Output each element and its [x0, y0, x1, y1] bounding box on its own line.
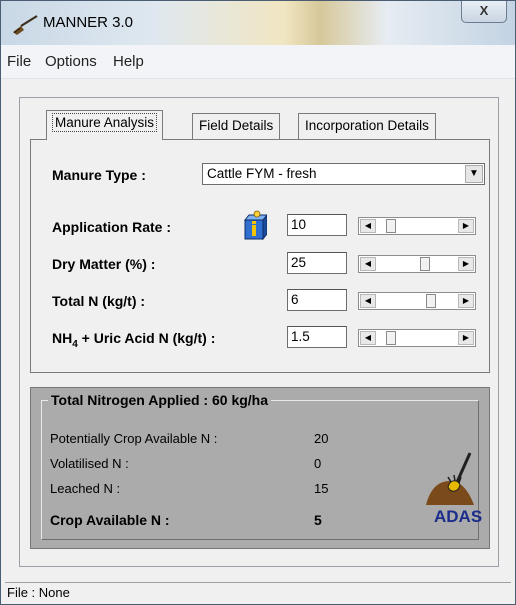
result-label: Leached N : [50, 481, 121, 496]
arrow-right-icon[interactable]: ▶ [458, 331, 474, 345]
tab-incorporation-details[interactable]: Incorporation Details [298, 113, 436, 139]
main-panel: Manure Analysis Field Details Incorporat… [19, 97, 499, 567]
results-panel: Total Nitrogen Applied : 60 kg/ha Potent… [30, 387, 490, 549]
dry-matter-input[interactable]: 25 [287, 252, 347, 274]
arrow-left-icon[interactable]: ◀ [360, 331, 376, 345]
manure-analysis-panel: Manure Type : Cattle FYM - fresh ▼ Appli… [30, 139, 490, 373]
spade-icon [13, 15, 38, 35]
result-value: 15 [314, 481, 329, 496]
total-n-label: Total N (kg/t) : [52, 293, 146, 309]
arrow-right-icon[interactable]: ▶ [458, 219, 474, 233]
info-icon[interactable] [241, 210, 267, 240]
manure-type-label: Manure Type : [52, 167, 146, 183]
slider-thumb[interactable] [386, 219, 396, 233]
chevron-down-icon[interactable]: ▼ [465, 165, 483, 183]
status-bar: File : None [5, 582, 511, 604]
arrow-left-icon[interactable]: ◀ [360, 294, 376, 308]
menu-file[interactable]: File [7, 53, 31, 70]
slider-thumb[interactable] [386, 331, 396, 345]
total-n-slider[interactable]: ◀ ▶ [358, 292, 476, 310]
nh4-label-main: NH [52, 330, 73, 346]
slider-thumb[interactable] [426, 294, 436, 308]
menu-help[interactable]: Help [113, 53, 144, 70]
application-rate-slider[interactable]: ◀ ▶ [358, 217, 476, 235]
adas-logo-icon [426, 452, 474, 505]
arrow-right-icon[interactable]: ▶ [458, 257, 474, 271]
result-label: Volatilised N : [50, 456, 129, 471]
crop-available-label: Crop Available N : [50, 512, 170, 528]
total-nitrogen-heading: Total Nitrogen Applied : 60 kg/ha [48, 392, 272, 408]
result-value: 0 [314, 456, 322, 471]
nh4-uric-acid-slider[interactable]: ◀ ▶ [358, 329, 476, 347]
result-value: 20 [314, 431, 329, 446]
close-button[interactable]: X [461, 1, 507, 23]
total-n-input[interactable]: 6 [287, 289, 347, 311]
manure-type-value: Cattle FYM - fresh [207, 166, 317, 181]
nh4-uric-acid-label: NH4 + Uric Acid N (kg/t) : [52, 330, 215, 350]
title-bar: MANNER 3.0 X [1, 1, 515, 45]
application-rate-label: Application Rate : [52, 219, 172, 235]
dry-matter-slider[interactable]: ◀ ▶ [358, 255, 476, 273]
tab-field-details[interactable]: Field Details [192, 113, 281, 139]
crop-available-value: 5 [314, 512, 322, 528]
manure-type-select[interactable]: Cattle FYM - fresh ▼ [202, 163, 485, 185]
app-window: MANNER 3.0 X File Options Help Manure An… [0, 0, 516, 605]
nh4-label-rest: + Uric Acid N (kg/t) : [77, 330, 216, 346]
arrow-left-icon[interactable]: ◀ [360, 219, 376, 233]
arrow-left-icon[interactable]: ◀ [360, 257, 376, 271]
results-groupbox: Total Nitrogen Applied : 60 kg/ha Potent… [41, 392, 483, 540]
tab-manure-analysis[interactable]: Manure Analysis [46, 110, 164, 140]
menu-bar: File Options Help [1, 45, 515, 79]
dry-matter-label: Dry Matter (%) : [52, 256, 156, 272]
result-label: Potentially Crop Available N : [50, 431, 218, 446]
menu-options[interactable]: Options [45, 53, 97, 70]
nh4-uric-acid-input[interactable]: 1.5 [287, 326, 347, 348]
slider-thumb[interactable] [420, 257, 430, 271]
window-title: MANNER 3.0 [43, 14, 134, 31]
arrow-right-icon[interactable]: ▶ [458, 294, 474, 308]
application-rate-input[interactable]: 10 [287, 214, 347, 236]
adas-logo-text: ADAS [434, 507, 483, 526]
tab-label: Manure Analysis [51, 113, 158, 132]
